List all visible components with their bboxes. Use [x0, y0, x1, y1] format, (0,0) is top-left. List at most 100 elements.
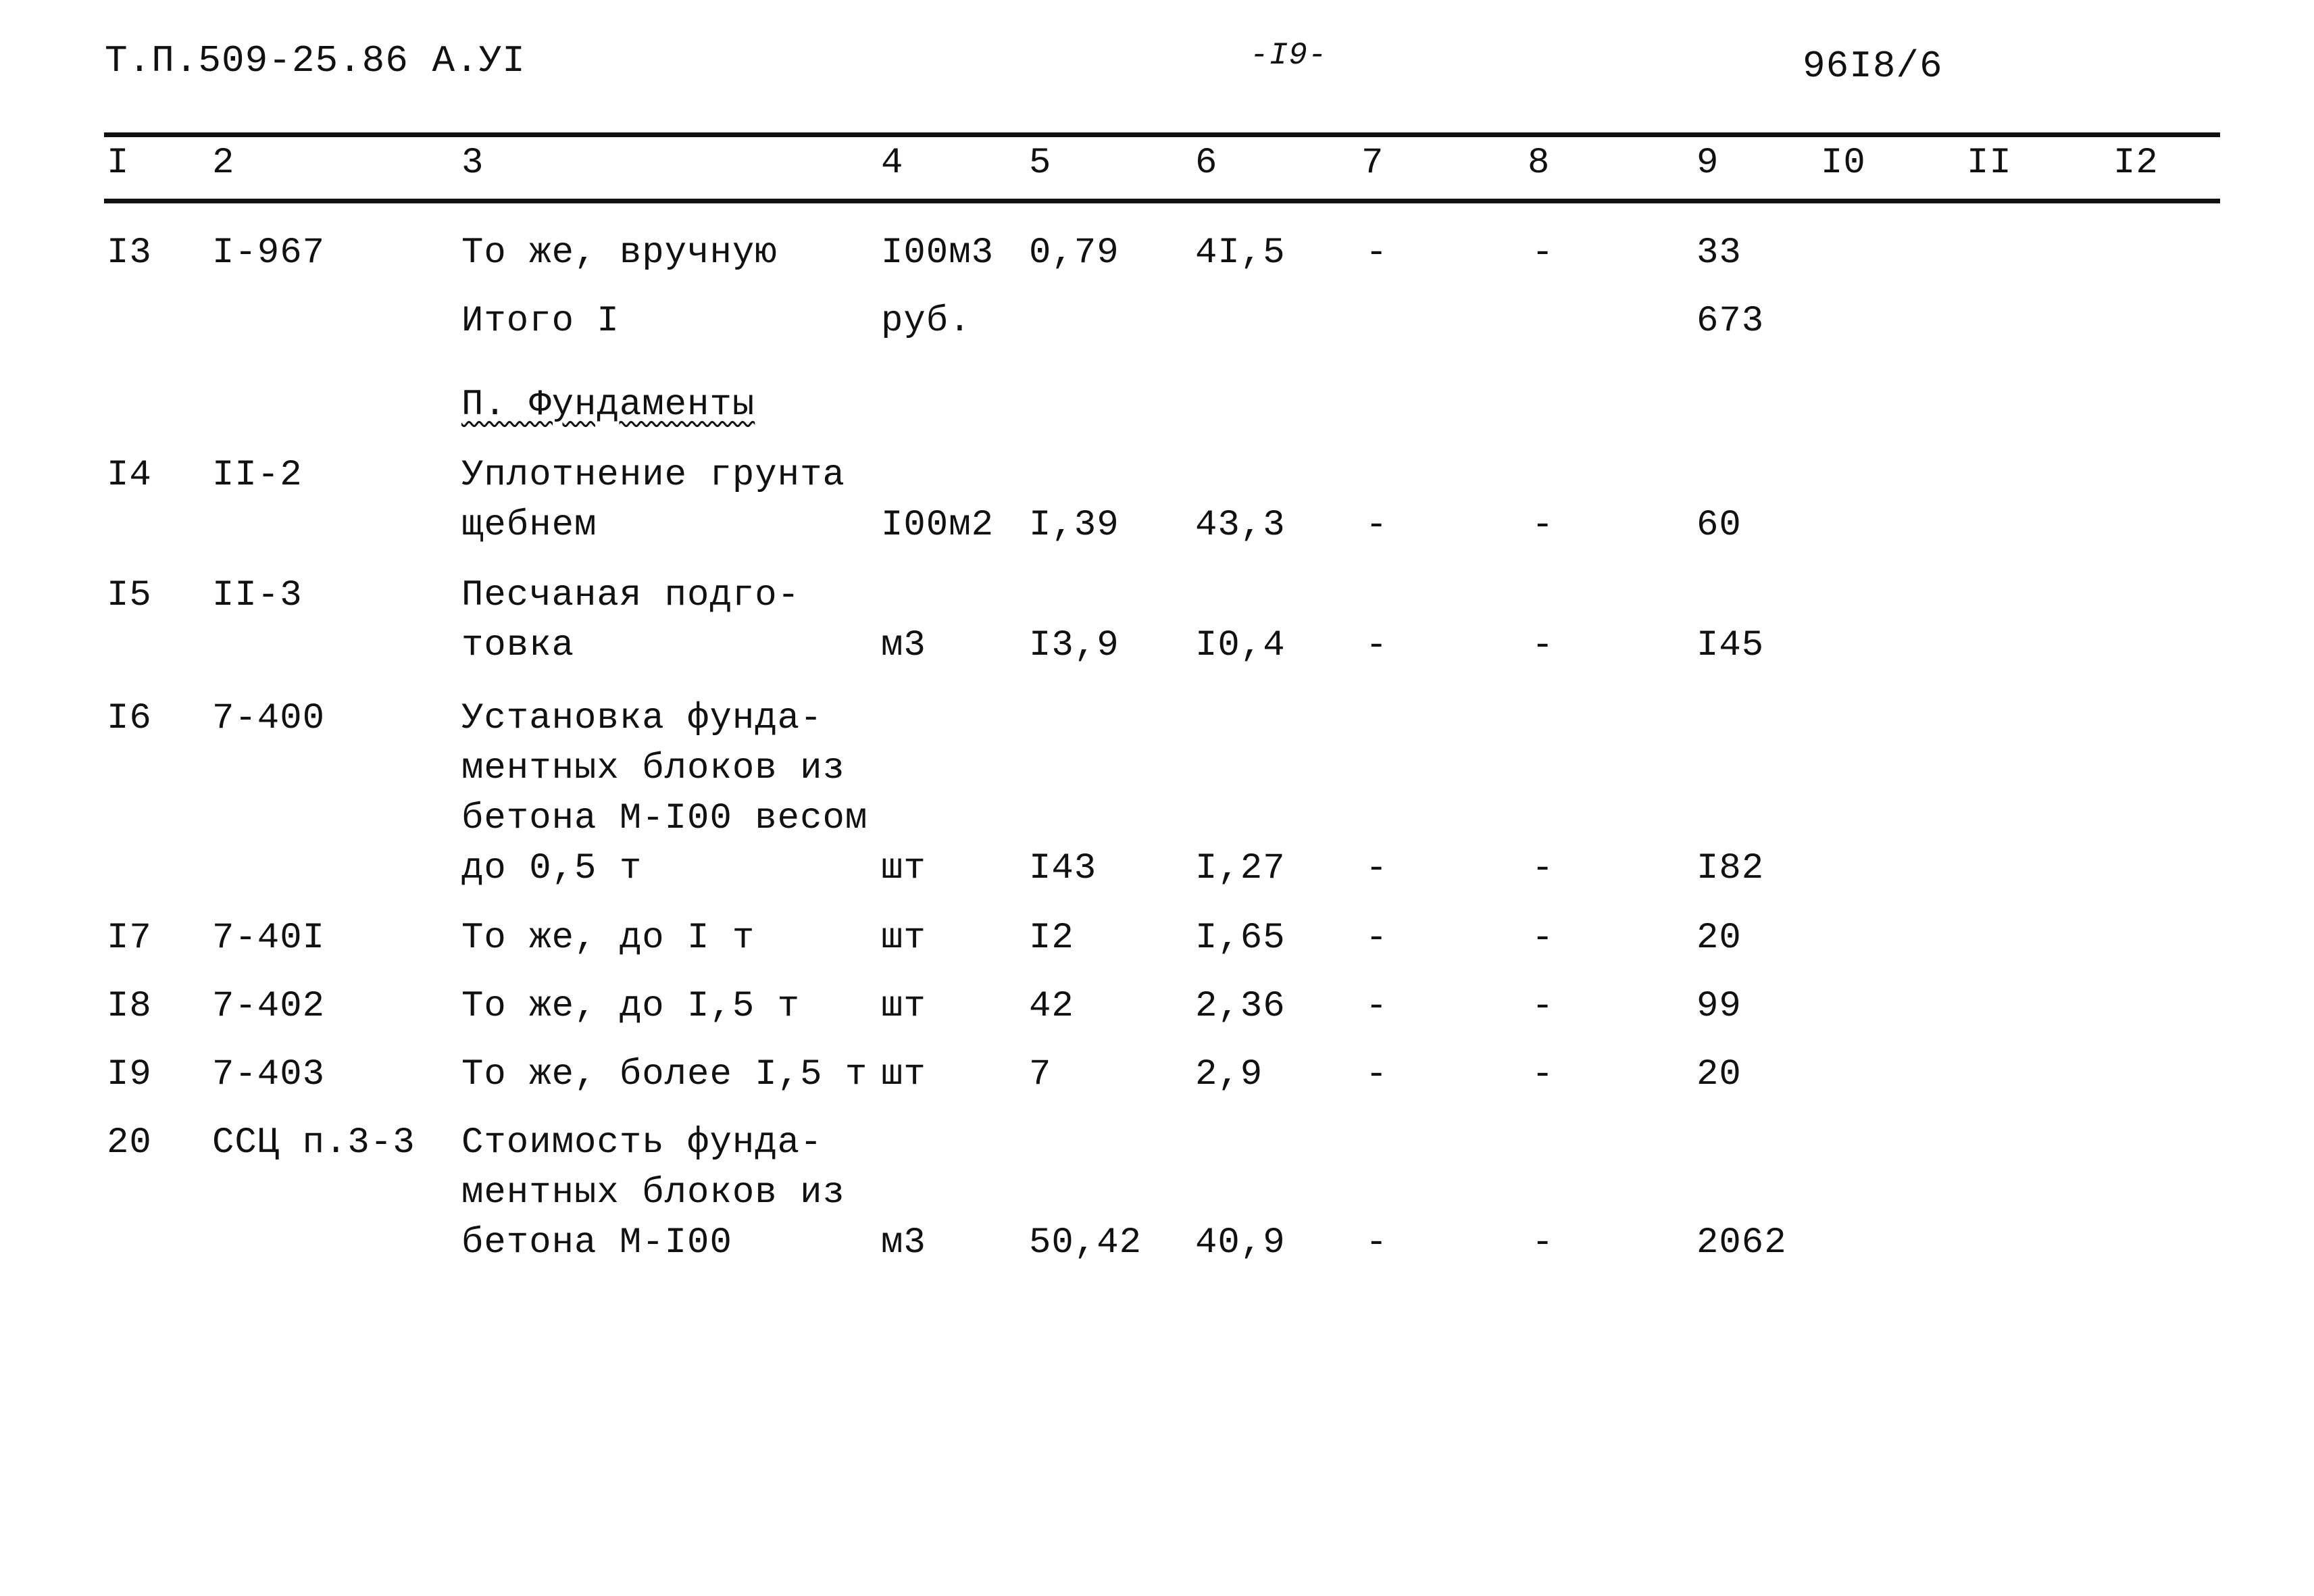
unit-cost: 2,36 — [1195, 986, 1286, 1027]
unit-cost: 4I,5 — [1195, 232, 1286, 274]
quantity: I,39 — [1029, 505, 1120, 546]
unit-cost: 40,9 — [1195, 1222, 1286, 1264]
item-number: I6 — [107, 698, 152, 739]
unit-cost: I,27 — [1195, 848, 1286, 889]
column-number: 9 — [1696, 143, 1719, 184]
rate-code: 7-400 — [212, 698, 326, 739]
total-cost: 60 — [1696, 505, 1742, 546]
unit: шт — [881, 986, 926, 1027]
col-7-value: - — [1365, 918, 1388, 959]
column-number: 5 — [1029, 143, 1052, 184]
unit-cost: 43,3 — [1195, 505, 1286, 546]
rate-code: I-967 — [212, 232, 326, 274]
description-line: бетона М-I00 весом — [461, 798, 868, 839]
col-7-value: - — [1365, 1054, 1388, 1095]
total-cost: 99 — [1696, 986, 1742, 1027]
description-line: Установка фунда- — [461, 698, 823, 739]
rate-code: 7-40I — [212, 918, 326, 959]
total-cost: 673 — [1696, 301, 1765, 342]
col-7-value: - — [1365, 1222, 1388, 1264]
column-number: I0 — [1821, 143, 1866, 184]
total-cost: 20 — [1696, 1054, 1742, 1095]
item-number: I4 — [107, 455, 152, 496]
unit: I00м3 — [881, 232, 995, 274]
quantity: 7 — [1029, 1054, 1052, 1095]
description-line: Песчаная подго- — [461, 575, 801, 616]
description-line: товка — [461, 625, 575, 666]
unit: I00м2 — [881, 505, 995, 546]
description-line: щебнем — [461, 505, 597, 546]
total-cost: 2062 — [1696, 1222, 1787, 1264]
unit-cost: I0,4 — [1195, 625, 1286, 666]
quantity: 42 — [1029, 986, 1074, 1027]
description-line: до 0,5 т — [461, 848, 643, 889]
col-8-value: - — [1532, 986, 1555, 1027]
description-line: Итого I — [461, 301, 620, 342]
description-line: То же, вручную — [461, 232, 778, 274]
description-line: ментных блоков из — [461, 748, 845, 789]
item-number: I7 — [107, 918, 152, 959]
column-number: I — [107, 143, 130, 184]
col-8-value: - — [1532, 505, 1555, 546]
column-number: I2 — [2113, 143, 2159, 184]
unit-cost: I,65 — [1195, 918, 1286, 959]
description-line: То же, до I т — [461, 918, 755, 959]
col-7-value: - — [1365, 625, 1388, 666]
description-line: Уплотнение грунта — [461, 455, 845, 496]
rate-code: ССЦ п.3-3 — [212, 1122, 416, 1164]
col-7-value: - — [1365, 986, 1388, 1027]
quantity: I2 — [1029, 918, 1074, 959]
section-heading: П. Фундаменты — [461, 384, 755, 426]
col-8-value: - — [1532, 1054, 1555, 1095]
total-cost: 20 — [1696, 918, 1742, 959]
unit-cost: 2,9 — [1195, 1054, 1263, 1095]
item-number: I8 — [107, 986, 152, 1027]
rate-code: II-3 — [212, 575, 303, 616]
quantity: 0,79 — [1029, 232, 1120, 274]
item-number: I3 — [107, 232, 152, 274]
item-number: I5 — [107, 575, 152, 616]
col-8-value: - — [1532, 1222, 1555, 1264]
unit: шт — [881, 848, 926, 889]
page-number: -I9- — [1250, 38, 1328, 73]
rate-code: 7-402 — [212, 986, 326, 1027]
unit: м3 — [881, 1222, 926, 1264]
description-line: То же, более I,5 т — [461, 1054, 868, 1095]
total-cost: 33 — [1696, 232, 1742, 274]
column-number: 7 — [1361, 143, 1384, 184]
sheet-code: 96I8/6 — [1803, 45, 1943, 88]
rate-code: 7-403 — [212, 1054, 326, 1095]
total-cost: I82 — [1696, 848, 1765, 889]
quantity: I43 — [1029, 848, 1097, 889]
column-number: 2 — [212, 143, 235, 184]
description-line: ментных блоков из — [461, 1172, 845, 1214]
item-number: 20 — [107, 1122, 152, 1164]
header-top-rule — [104, 132, 2220, 137]
unit: шт — [881, 918, 926, 959]
col-7-value: - — [1365, 505, 1388, 546]
description-line: бетона М-I00 — [461, 1222, 732, 1264]
col-8-value: - — [1532, 232, 1555, 274]
column-number: 6 — [1195, 143, 1218, 184]
col-8-value: - — [1532, 918, 1555, 959]
col-8-value: - — [1532, 625, 1555, 666]
column-number: 8 — [1528, 143, 1551, 184]
description-line: Стоимость фунда- — [461, 1122, 823, 1164]
unit: шт — [881, 1054, 926, 1095]
total-cost: I45 — [1696, 625, 1765, 666]
quantity: 50,42 — [1029, 1222, 1142, 1264]
unit: руб. — [881, 301, 972, 342]
item-number: I9 — [107, 1054, 152, 1095]
quantity: I3,9 — [1029, 625, 1120, 666]
column-number: II — [1967, 143, 2012, 184]
doc-code: Т.П.509-25.86 А.УI — [105, 39, 526, 82]
rate-code: II-2 — [212, 455, 303, 496]
col-8-value: - — [1532, 848, 1555, 889]
col-7-value: - — [1365, 232, 1388, 274]
column-number: 3 — [461, 143, 484, 184]
header-bottom-rule — [104, 199, 2220, 203]
description-line: То же, до I,5 т — [461, 986, 801, 1027]
unit: м3 — [881, 625, 926, 666]
col-7-value: - — [1365, 848, 1388, 889]
column-number: 4 — [881, 143, 904, 184]
